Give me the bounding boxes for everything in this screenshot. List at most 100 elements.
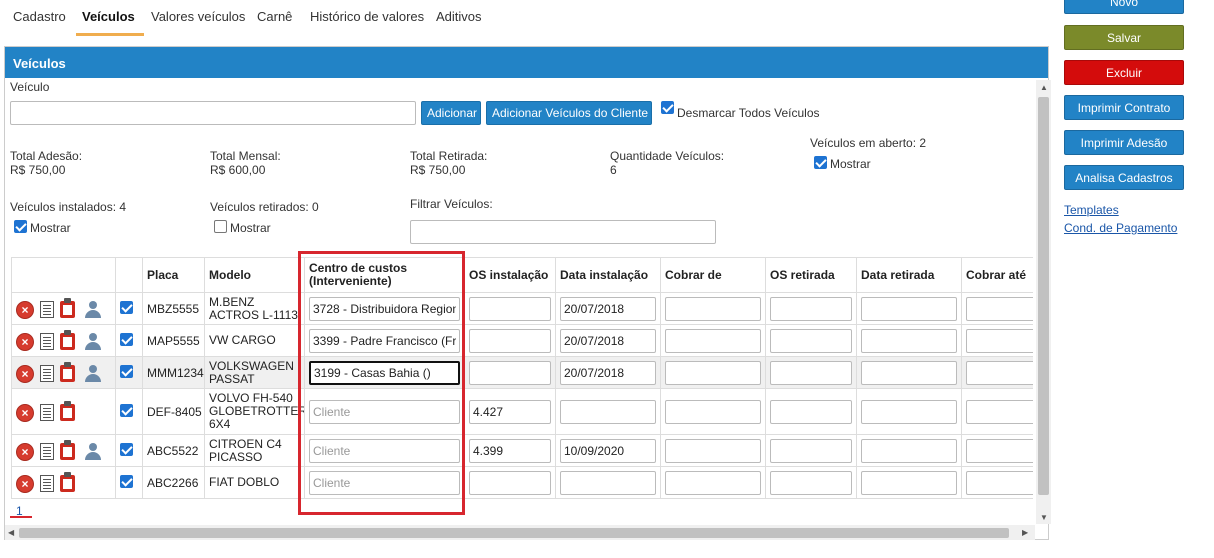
imprimir-adesao-button[interactable]: Imprimir Adesão	[1064, 130, 1184, 155]
cobrar-de-input[interactable]	[665, 470, 761, 495]
header-centro-de-custos[interactable]: Centro de custos (Interveniente)	[304, 257, 465, 293]
header-data-retirada[interactable]: Data retirada	[856, 257, 962, 293]
data-retirada-input[interactable]	[861, 438, 957, 463]
os-retirada-input[interactable]	[770, 328, 852, 353]
clipboard-icon[interactable]	[60, 471, 75, 492]
header-modelo[interactable]: Modelo	[204, 257, 305, 293]
cobrar-de-input[interactable]	[665, 296, 761, 321]
cobrar-ate-input[interactable]	[966, 438, 1033, 463]
header-os-instalacao[interactable]: OS instalação	[464, 257, 556, 293]
desmarcar-todos-checkbox[interactable]	[661, 101, 674, 114]
vertical-scroll-thumb[interactable]	[1038, 97, 1049, 495]
row-select-checkbox[interactable]	[120, 364, 133, 378]
centro-custos-input[interactable]	[309, 328, 460, 353]
header-placa[interactable]: Placa	[142, 257, 205, 293]
user-icon[interactable]	[84, 442, 102, 460]
user-icon[interactable]	[84, 300, 102, 318]
vertical-scrollbar[interactable]: ▲ ▼	[1036, 80, 1051, 524]
os-retirada-input[interactable]	[770, 360, 852, 385]
cobrar-ate-input[interactable]	[966, 328, 1033, 353]
row-select-checkbox[interactable]	[120, 332, 133, 346]
mostrar-instalados-checkbox[interactable]	[14, 220, 27, 233]
list-icon[interactable]	[40, 332, 54, 350]
cobrar-de-input[interactable]	[665, 328, 761, 353]
user-icon[interactable]	[84, 364, 102, 382]
tab-veiculos[interactable]: Veículos	[82, 9, 135, 24]
data-instalacao-input[interactable]	[560, 360, 656, 385]
data-retirada-input[interactable]	[861, 296, 957, 321]
excluir-button[interactable]: Excluir	[1064, 60, 1184, 85]
list-icon[interactable]	[40, 474, 54, 492]
clipboard-icon[interactable]	[60, 439, 75, 460]
centro-custos-input[interactable]	[309, 470, 460, 495]
tab-historico-de-valores[interactable]: Histórico de valores	[310, 9, 424, 24]
os-instalacao-input[interactable]	[469, 328, 551, 353]
data-instalacao-input[interactable]	[560, 470, 656, 495]
templates-link[interactable]: Templates	[1064, 203, 1119, 217]
scroll-down-icon[interactable]: ▼	[1040, 513, 1048, 522]
veiculo-input[interactable]	[10, 101, 416, 125]
centro-custos-input[interactable]	[309, 296, 460, 321]
row-select-checkbox[interactable]	[120, 300, 133, 314]
os-retirada-input[interactable]	[770, 470, 852, 495]
scroll-left-icon[interactable]: ◀	[8, 528, 14, 537]
remove-icon[interactable]: ×	[16, 442, 34, 461]
remove-icon[interactable]: ×	[16, 474, 34, 493]
row-select-checkbox[interactable]	[120, 403, 133, 417]
os-instalacao-input[interactable]	[469, 296, 551, 321]
cobrar-ate-input[interactable]	[966, 399, 1033, 424]
clipboard-icon[interactable]	[60, 329, 75, 350]
scroll-right-icon[interactable]: ▶	[1022, 528, 1028, 537]
tab-cadastro[interactable]: Cadastro	[13, 9, 66, 24]
tab-carne[interactable]: Carnê	[257, 9, 292, 24]
os-instalacao-input[interactable]	[469, 470, 551, 495]
cobrar-de-input[interactable]	[665, 360, 761, 385]
mostrar-retirados-checkbox[interactable]	[214, 220, 227, 233]
tab-valores-veiculos[interactable]: Valores veículos	[151, 9, 245, 24]
mostrar-em-aberto-checkbox[interactable]	[814, 156, 827, 169]
remove-icon[interactable]: ×	[16, 403, 34, 422]
data-retirada-input[interactable]	[861, 399, 957, 424]
header-cobrar-ate[interactable]: Cobrar até	[961, 257, 1033, 293]
novo-button[interactable]: Novo	[1064, 0, 1184, 14]
user-icon[interactable]	[84, 332, 102, 350]
data-retirada-input[interactable]	[861, 470, 957, 495]
data-instalacao-input[interactable]	[560, 438, 656, 463]
salvar-button[interactable]: Salvar	[1064, 25, 1184, 50]
data-instalacao-input[interactable]	[560, 399, 656, 424]
header-cobrar-de[interactable]: Cobrar de	[660, 257, 766, 293]
header-data-instalacao[interactable]: Data instalação	[555, 257, 661, 293]
filtrar-veiculos-input[interactable]	[410, 220, 716, 244]
adicionar-veiculos-cliente-button[interactable]: Adicionar Veículos do Cliente	[486, 101, 652, 125]
list-icon[interactable]	[40, 442, 54, 460]
os-retirada-input[interactable]	[770, 438, 852, 463]
imprimir-contrato-button[interactable]: Imprimir Contrato	[1064, 95, 1184, 120]
cobrar-de-input[interactable]	[665, 438, 761, 463]
cond-pagamento-link[interactable]: Cond. de Pagamento	[1064, 221, 1177, 235]
os-retirada-input[interactable]	[770, 296, 852, 321]
list-icon[interactable]	[40, 403, 54, 421]
horizontal-scroll-thumb[interactable]	[19, 528, 1009, 538]
os-instalacao-input[interactable]	[469, 438, 551, 463]
data-instalacao-input[interactable]	[560, 328, 656, 353]
analisa-cadastros-button[interactable]: Analisa Cadastros	[1064, 165, 1184, 190]
tab-aditivos[interactable]: Aditivos	[436, 9, 482, 24]
row-select-checkbox[interactable]	[120, 442, 133, 456]
centro-custos-input[interactable]	[309, 438, 460, 463]
cobrar-de-input[interactable]	[665, 399, 761, 424]
clipboard-icon[interactable]	[60, 400, 75, 421]
list-icon[interactable]	[40, 364, 54, 382]
remove-icon[interactable]: ×	[16, 332, 34, 351]
list-icon[interactable]	[40, 300, 54, 318]
clipboard-icon[interactable]	[60, 297, 75, 318]
cobrar-ate-input[interactable]	[966, 360, 1033, 385]
clipboard-icon[interactable]	[60, 361, 75, 382]
data-instalacao-input[interactable]	[560, 296, 656, 321]
data-retirada-input[interactable]	[861, 360, 957, 385]
row-select-checkbox[interactable]	[120, 474, 133, 488]
os-instalacao-input[interactable]	[469, 399, 551, 424]
os-instalacao-input[interactable]	[469, 360, 551, 385]
adicionar-button[interactable]: Adicionar	[421, 101, 481, 125]
remove-icon[interactable]: ×	[16, 364, 34, 383]
horizontal-scrollbar[interactable]: ◀ ▶	[5, 525, 1035, 540]
